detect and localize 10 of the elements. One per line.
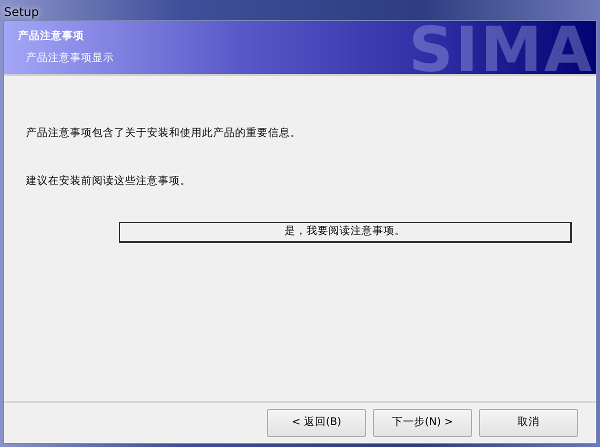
- banner-subtitle: 产品注意事项显示: [26, 50, 115, 66]
- info-text: 建议在安装前阅读这些注意事项。: [26, 174, 192, 189]
- info-text: 产品注意事项包含了关于安装和使用此产品的重要信息。: [26, 126, 302, 141]
- wizard-button[interactable]: 下一步(N) >: [373, 409, 472, 437]
- logo-text: SIMA: [408, 25, 594, 74]
- read-notes-button[interactable]: 是，我要阅读注意事项。: [119, 222, 572, 242]
- wizard-button[interactable]: < 返回(B): [267, 409, 366, 437]
- banner-title: 产品注意事项: [18, 29, 85, 44]
- wizard-button[interactable]: 取消: [479, 409, 578, 437]
- window-title: Setup: [4, 5, 39, 19]
